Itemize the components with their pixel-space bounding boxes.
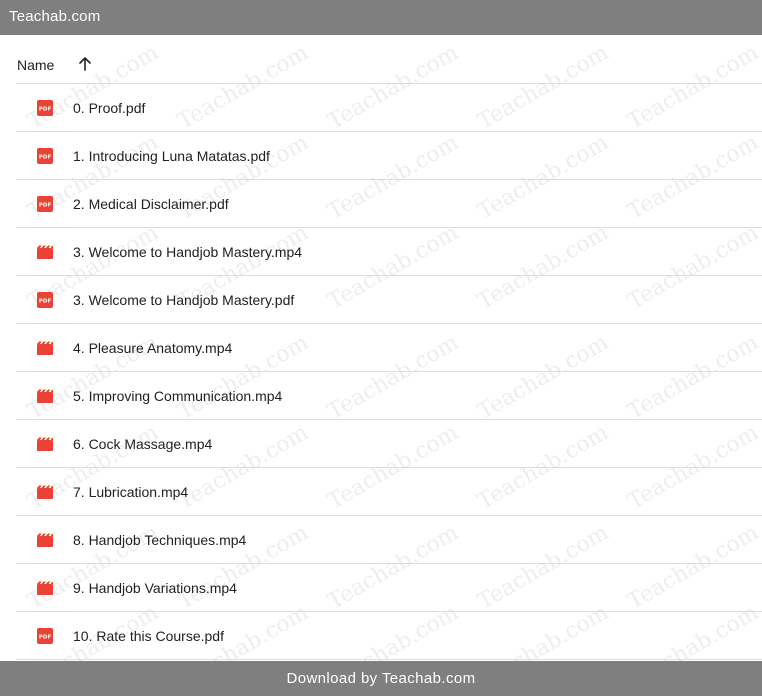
name-column-header[interactable]: Name bbox=[17, 57, 54, 73]
file-row[interactable]: 4. Pleasure Anatomy.mp4 bbox=[16, 324, 762, 372]
file-row[interactable]: 9. Handjob Variations.mp4 bbox=[16, 564, 762, 612]
file-name: 0. Proof.pdf bbox=[73, 100, 146, 116]
file-row[interactable]: 7. Lubrication.mp4 bbox=[16, 468, 762, 516]
file-row[interactable]: PDF 3. Welcome to Handjob Mastery.pdf bbox=[16, 276, 762, 324]
file-list: PDF 0. Proof.pdf PDF 1. Introducing Luna Ma… bbox=[16, 84, 762, 660]
video-icon bbox=[37, 244, 53, 260]
svg-text:PDF: PDF bbox=[39, 107, 52, 113]
file-row[interactable]: 8. Handjob Techniques.mp4 bbox=[16, 516, 762, 564]
file-row[interactable]: 6. Cock Massage.mp4 bbox=[16, 420, 762, 468]
site-title: Teachab.com bbox=[9, 8, 101, 25]
video-icon bbox=[37, 436, 53, 452]
file-row[interactable]: PDF 2. Medical Disclaimer.pdf bbox=[16, 180, 762, 228]
top-bar: Teachab.com bbox=[0, 0, 762, 35]
arrow-up-icon[interactable] bbox=[77, 56, 93, 72]
video-icon bbox=[37, 388, 53, 404]
svg-text:PDF: PDF bbox=[39, 635, 52, 641]
column-header-row: Name bbox=[16, 35, 762, 84]
pdf-icon: PDF bbox=[37, 196, 53, 212]
file-row[interactable]: PDF 0. Proof.pdf bbox=[16, 84, 762, 132]
file-name: 9. Handjob Variations.mp4 bbox=[73, 580, 237, 596]
footer-text: Download by Teachab.com bbox=[286, 670, 476, 687]
file-name: 5. Improving Communication.mp4 bbox=[73, 388, 283, 404]
pdf-icon: PDF bbox=[37, 148, 53, 164]
video-icon bbox=[37, 580, 53, 596]
file-row[interactable]: 5. Improving Communication.mp4 bbox=[16, 372, 762, 420]
file-name: 3. Welcome to Handjob Mastery.pdf bbox=[73, 292, 295, 308]
file-row[interactable]: PDF 1. Introducing Luna Matatas.pdf bbox=[16, 132, 762, 180]
file-name: 6. Cock Massage.mp4 bbox=[73, 436, 213, 452]
page: Teachab.com Teachab.com Teachab.com Teacha… bbox=[0, 0, 762, 696]
file-name: 4. Pleasure Anatomy.mp4 bbox=[73, 340, 233, 356]
svg-text:PDF: PDF bbox=[39, 155, 52, 161]
svg-text:PDF: PDF bbox=[39, 299, 52, 305]
video-icon bbox=[37, 484, 53, 500]
pdf-icon: PDF bbox=[37, 628, 53, 644]
svg-text:PDF: PDF bbox=[39, 203, 52, 209]
video-icon bbox=[37, 532, 53, 548]
file-name: 3. Welcome to Handjob Mastery.mp4 bbox=[73, 244, 303, 260]
pdf-icon: PDF bbox=[37, 292, 53, 308]
file-name: 1. Introducing Luna Matatas.pdf bbox=[73, 148, 270, 164]
file-name: 8. Handjob Techniques.mp4 bbox=[73, 532, 247, 548]
file-name: 2. Medical Disclaimer.pdf bbox=[73, 196, 229, 212]
file-row[interactable]: PDF 10. Rate this Course.pdf bbox=[16, 612, 762, 660]
pdf-icon: PDF bbox=[37, 100, 53, 116]
file-row[interactable]: 3. Welcome to Handjob Mastery.mp4 bbox=[16, 228, 762, 276]
file-name: 7. Lubrication.mp4 bbox=[73, 484, 189, 500]
video-icon bbox=[37, 340, 53, 356]
footer-bar: Download by Teachab.com bbox=[0, 661, 762, 696]
file-name: 10. Rate this Course.pdf bbox=[73, 628, 224, 644]
